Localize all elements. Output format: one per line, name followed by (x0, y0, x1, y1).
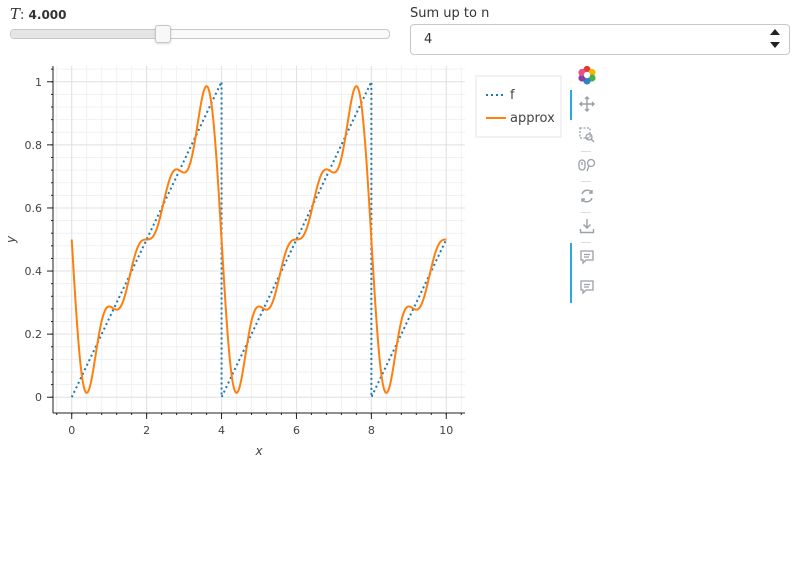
x-tick-label: 2 (143, 424, 150, 437)
hover-icon[interactable] (576, 246, 598, 268)
series-line-f (70, 80, 448, 399)
legend-box (475, 75, 562, 138)
toolbar-divider (581, 181, 591, 182)
pan-icon[interactable] (576, 93, 598, 115)
y-tick-label: 0.2 (25, 328, 43, 341)
toolbar-divider (581, 151, 591, 152)
reset-icon[interactable] (576, 185, 598, 207)
toolbar-divider (581, 242, 591, 243)
legend-label-f: f (510, 88, 515, 103)
toolbar-divider (581, 212, 591, 213)
save-icon[interactable] (576, 215, 598, 237)
x-tick-label: 6 (293, 424, 300, 437)
box-zoom-icon[interactable] (576, 124, 598, 146)
y-tick-label: 0 (35, 391, 42, 404)
y-tick-label: 0.6 (25, 202, 43, 215)
bokeh-logo-icon[interactable] (576, 64, 598, 86)
hover-icon[interactable] (576, 276, 598, 298)
x-axis-label: x (254, 444, 263, 458)
x-tick-label: 10 (439, 424, 453, 437)
x-tick-label: 0 (68, 424, 75, 437)
active-tool-indicator (570, 90, 572, 120)
y-tick-label: 0.4 (25, 265, 43, 278)
wheel-zoom-icon[interactable] (576, 154, 598, 176)
active-tool-indicator (570, 243, 572, 303)
x-tick-label: 8 (368, 424, 375, 437)
legend-label-approx: approx (510, 111, 555, 126)
plot-toolbar (570, 64, 604, 314)
y-tick-label: 1 (35, 76, 42, 89)
grid (53, 66, 465, 413)
fourier-chart[interactable]: f approx 0 2 4 6 8 10 0 0.2 0.4 0.6 0.8 1 x y (0, 0, 800, 575)
y-axis-label: y (4, 235, 18, 244)
y-tick-label: 0.8 (25, 139, 43, 152)
x-tick-label: 4 (218, 424, 225, 437)
